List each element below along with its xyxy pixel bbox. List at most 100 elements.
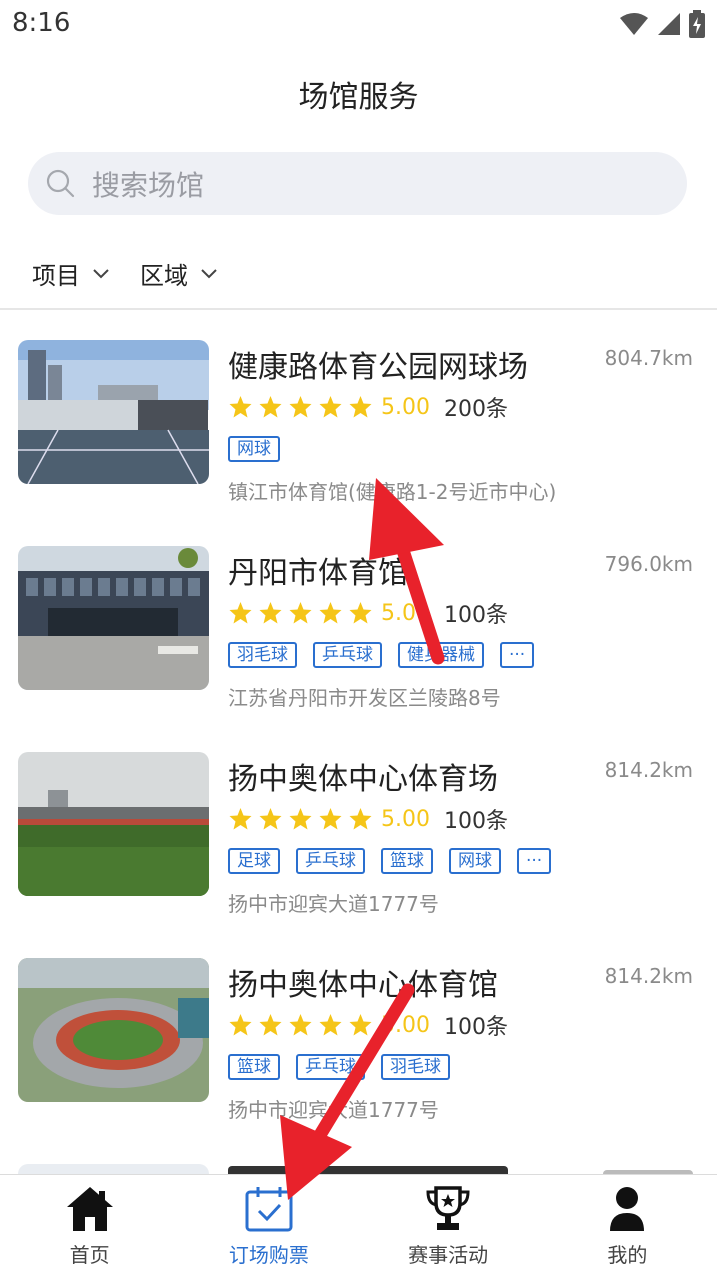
venue-address: 扬中市迎宾大道1777号 (228, 892, 439, 916)
sport-tag: 乒乓球 (296, 848, 365, 874)
rating-score: 5.00 (381, 394, 430, 420)
star-icon (289, 808, 312, 830)
status-icons (619, 10, 705, 38)
sport-tag: 乒乓球 (296, 1054, 365, 1080)
search-placeholder: 搜索场馆 (92, 168, 205, 202)
filter-region[interactable]: 区域 (140, 256, 218, 291)
star-icon (349, 1014, 372, 1036)
star-icon (349, 602, 372, 624)
signal-icon (658, 13, 680, 35)
venue-distance: 804.7km (604, 346, 693, 370)
venue-name: 扬中奥体中心体育馆 (228, 968, 498, 1003)
star-rating (228, 601, 373, 625)
search-icon (46, 169, 75, 197)
star-icon (259, 396, 282, 418)
tab-label: 我的 (607, 1243, 648, 1267)
sport-tag: 篮球 (228, 1054, 280, 1080)
tab-events[interactable]: 赛事活动 (359, 1175, 538, 1274)
gymnasium-building-photo (18, 546, 209, 690)
star-icon (259, 1014, 282, 1036)
tab-label: 赛事活动 (408, 1243, 489, 1267)
sport-tag: 健身器械 (398, 642, 484, 668)
sport-tag: 足球 (228, 848, 280, 874)
review-count: 100条 (443, 1015, 508, 1040)
status-bar: 8:16 (0, 0, 717, 50)
star-icon (229, 396, 252, 418)
star-rating (228, 395, 373, 419)
venue-address: 镇江市体育馆(健康路1-2号近市中心) (228, 480, 557, 504)
star-icon (319, 396, 342, 418)
star-icon (349, 808, 372, 830)
venue-name: 丹阳市体育馆 (228, 556, 408, 591)
more-tags: ··· (517, 848, 552, 874)
star-icon (319, 602, 342, 624)
sport-tag: 篮球 (381, 848, 433, 874)
aerial-stadium-photo (18, 958, 209, 1102)
venue-rating: 5.00 100条 (228, 806, 508, 834)
wifi-icon (620, 13, 648, 35)
venue-tags: 足球 乒乓球 篮球 网球 ··· (228, 848, 552, 874)
filter-bar: 项目 区域 (32, 256, 218, 291)
venue-card[interactable]: 扬中奥体中心体育馆 814.2km 5.00 100条 篮球 乒乓球 羽毛球 扬… (0, 958, 717, 1138)
tennis-court-photo (18, 340, 209, 484)
sport-tag: 网球 (228, 436, 280, 462)
user-icon (610, 1187, 645, 1231)
star-rating (228, 1013, 373, 1037)
venue-name: 扬中奥体中心体育场 (228, 762, 498, 797)
venue-card[interactable]: 丹阳市体育馆 796.0km 5.00 100条 羽毛球 乒乓球 健身器械 ··… (0, 546, 717, 726)
venue-rating: 5.00 100条 (228, 600, 508, 628)
status-time: 8:16 (12, 8, 71, 38)
chevron-down-icon (93, 268, 109, 278)
review-count: 100条 (443, 603, 508, 628)
filter-label: 区域 (140, 262, 188, 290)
bottom-tab-bar: 首页 订场购票 赛事活动 我的 (0, 1174, 717, 1274)
search-input[interactable]: 搜索场馆 (28, 152, 687, 215)
tab-label: 首页 (69, 1243, 110, 1267)
rating-score: 5.00 (381, 1012, 430, 1038)
venue-name: 健康路体育公园网球场 (228, 350, 528, 385)
venue-distance: 814.2km (604, 964, 693, 988)
review-count: 200条 (443, 397, 508, 422)
trophy-icon (426, 1186, 470, 1230)
rating-score: 5.00 (381, 806, 430, 832)
home-icon (66, 1187, 113, 1231)
venue-address: 扬中市迎宾大道1777号 (228, 1098, 439, 1122)
sport-tag: 羽毛球 (381, 1054, 450, 1080)
venue-card[interactable]: 健康路体育公园网球场 804.7km 5.00 200条 网球 镇江市体育馆(健… (0, 340, 717, 520)
venue-rating: 5.00 200条 (228, 394, 508, 422)
venue-tags: 篮球 乒乓球 羽毛球 (228, 1054, 450, 1080)
stadium-field-photo (18, 752, 209, 896)
star-icon (229, 808, 252, 830)
venue-rating: 5.00 100条 (228, 1012, 508, 1040)
calendar-check-icon (245, 1187, 293, 1232)
divider (0, 308, 717, 310)
sport-tag: 乒乓球 (313, 642, 382, 668)
star-icon (229, 602, 252, 624)
star-icon (259, 602, 282, 624)
venue-distance: 814.2km (604, 758, 693, 782)
tab-profile[interactable]: 我的 (538, 1175, 717, 1274)
filter-label: 项目 (32, 262, 80, 290)
sport-tag: 羽毛球 (228, 642, 297, 668)
venue-tags: 网球 (228, 436, 280, 462)
tab-booking[interactable]: 订场购票 (179, 1175, 358, 1274)
more-tags: ··· (500, 642, 535, 668)
filter-project[interactable]: 项目 (32, 256, 110, 291)
chevron-down-icon (201, 268, 217, 278)
star-icon (229, 1014, 252, 1036)
venue-tags: 羽毛球 乒乓球 健身器械 ··· (228, 642, 535, 668)
star-icon (289, 602, 312, 624)
star-icon (259, 808, 282, 830)
rating-score: 5.00 (381, 600, 430, 626)
venue-card[interactable]: 扬中奥体中心体育场 814.2km 5.00 100条 足球 乒乓球 篮球 网球… (0, 752, 717, 932)
page-title: 场馆服务 (298, 80, 419, 115)
review-count: 100条 (443, 809, 508, 834)
venue-distance: 796.0km (604, 552, 693, 576)
battery-icon (689, 10, 705, 38)
star-icon (349, 396, 372, 418)
star-icon (289, 396, 312, 418)
tab-home[interactable]: 首页 (0, 1175, 179, 1274)
tab-label: 订场购票 (228, 1243, 309, 1267)
star-rating (228, 807, 373, 831)
venue-address: 江苏省丹阳市开发区兰陵路8号 (228, 686, 501, 710)
